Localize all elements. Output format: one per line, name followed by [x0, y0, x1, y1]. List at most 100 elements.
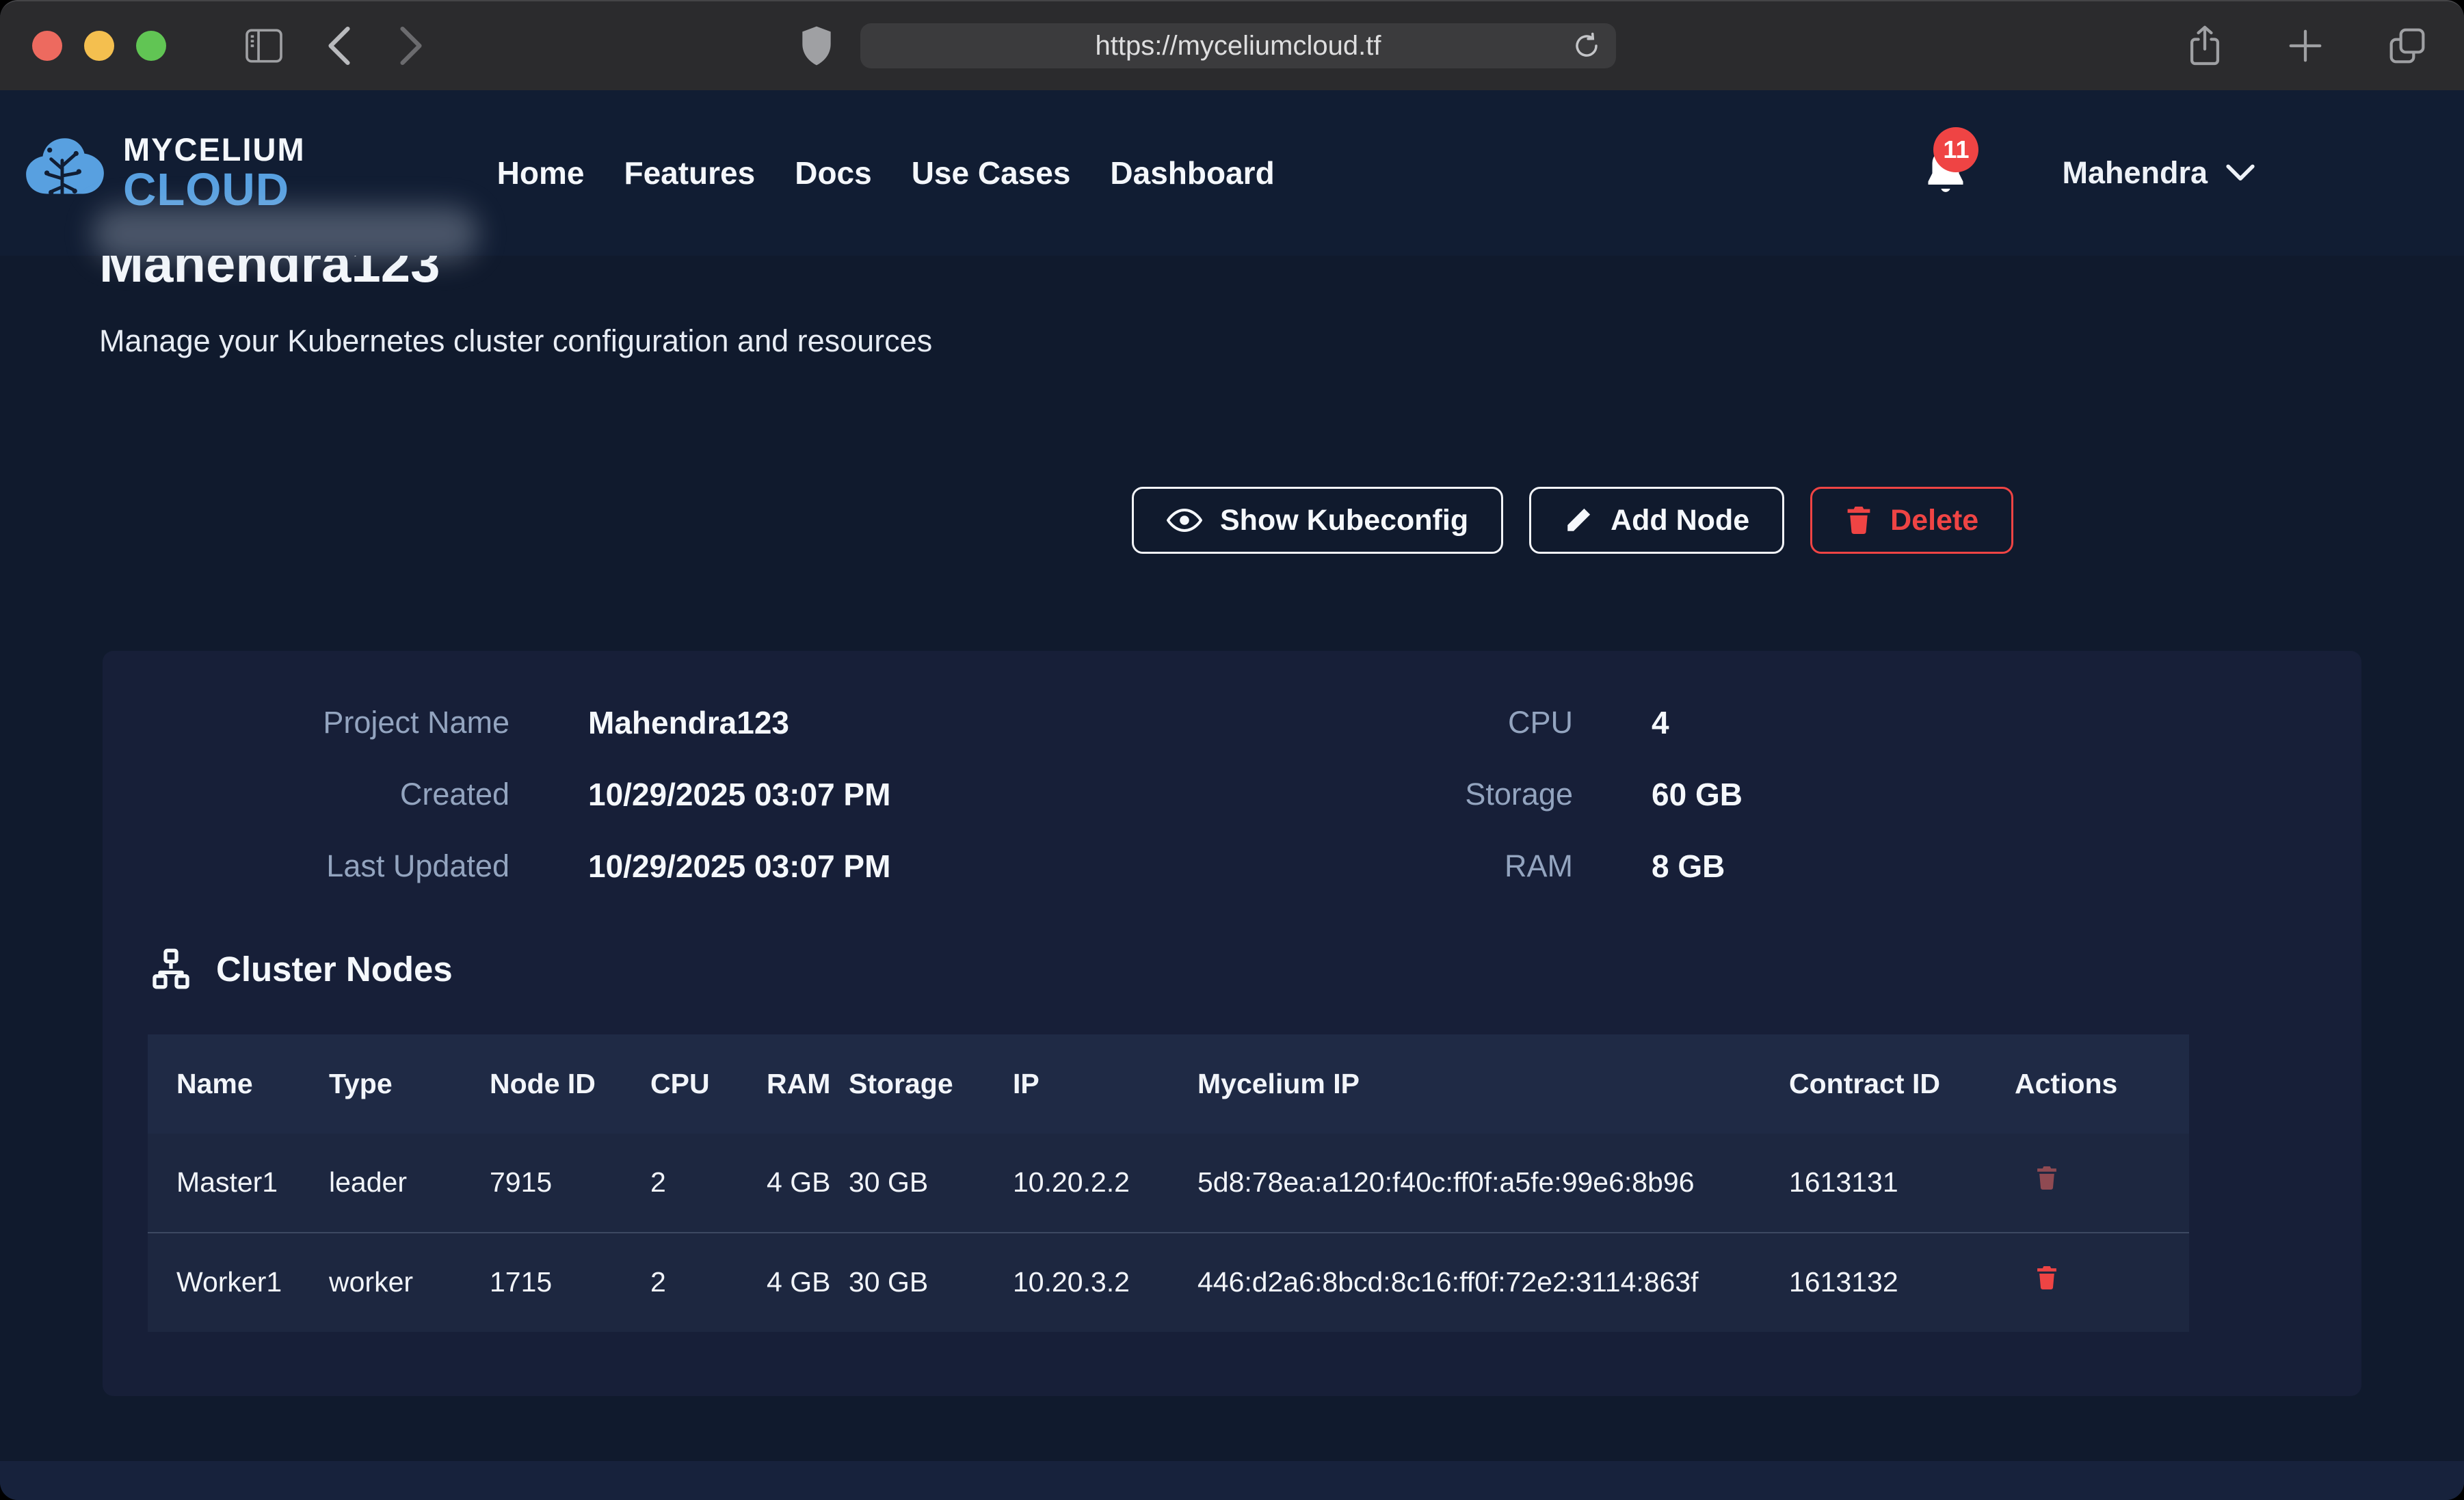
cell-cpu: 2 [640, 1233, 756, 1332]
column-header-storage: Storage [838, 1034, 1003, 1134]
delete-node-button[interactable] [2035, 1264, 2058, 1294]
sidebar-icon [245, 29, 283, 63]
column-header-mycelium-ip: Mycelium IP [1187, 1034, 1779, 1134]
info-value-cpu: 4 [1573, 686, 2361, 758]
reload-icon[interactable] [1572, 31, 1601, 60]
column-header-actions: Actions [2004, 1034, 2189, 1134]
cell-ip: 10.20.2.2 [1003, 1134, 1187, 1233]
plus-icon [2288, 28, 2323, 64]
info-label-project-name: Project Name [103, 686, 509, 758]
close-window-button[interactable] [32, 31, 62, 61]
nav-link-use-cases[interactable]: Use Cases [912, 155, 1071, 191]
cell-mycelium-ip: 446:d2a6:8bcd:8c16:ff0f:72e2:3114:863f [1187, 1233, 1779, 1332]
tab-overview-button[interactable] [2388, 27, 2426, 65]
trash-icon [1845, 505, 1872, 535]
cell-storage: 30 GB [838, 1233, 1003, 1332]
cell-name: Master1 [148, 1134, 319, 1233]
cell-ip: 10.20.3.2 [1003, 1233, 1187, 1332]
notification-badge: 11 [1933, 127, 1978, 172]
table-row-master1: Master1 leader 7915 2 4 GB 30 GB 10.20.2… [148, 1134, 2189, 1233]
nav-link-docs[interactable]: Docs [795, 155, 871, 191]
trash-icon [2035, 1164, 2058, 1192]
brand-name-bottom: CLOUD [123, 167, 306, 213]
footer-strip [0, 1461, 2464, 1500]
chevron-down-icon [2225, 163, 2255, 183]
cell-storage: 30 GB [838, 1134, 1003, 1233]
cell-node-id: 7915 [479, 1134, 640, 1233]
column-header-contract-id: Contract ID [1779, 1034, 2004, 1134]
trash-icon [2035, 1264, 2058, 1291]
cluster-nodes-heading: Cluster Nodes [149, 947, 2361, 991]
nav-link-features[interactable]: Features [624, 155, 755, 191]
column-header-type: Type [319, 1034, 479, 1134]
add-node-label: Add Node [1611, 504, 1749, 537]
column-header-name: Name [148, 1034, 319, 1134]
cluster-actions: Show Kubeconfig Add Node Delete [1132, 487, 2013, 554]
info-label-created: Created [103, 758, 509, 830]
nodes-table: Name Type Node ID CPU RAM Storage IP Myc… [148, 1034, 2189, 1332]
show-kubeconfig-label: Show Kubeconfig [1220, 504, 1468, 537]
info-label-ram: RAM [1098, 830, 1573, 902]
shield-icon [799, 25, 834, 67]
info-value-last-updated: 10/29/2025 03:07 PM [509, 830, 1098, 902]
traffic-lights [32, 31, 166, 61]
add-node-button[interactable]: Add Node [1529, 487, 1784, 554]
url-text: https://myceliumcloud.tf [1096, 31, 1381, 62]
tab-overview-icon [2388, 27, 2426, 65]
eye-icon [1167, 507, 1202, 534]
nav-link-dashboard[interactable]: Dashboard [1110, 155, 1274, 191]
back-button[interactable] [326, 27, 353, 65]
forward-button[interactable] [397, 27, 425, 65]
cell-mycelium-ip: 5d8:78ea:a120:f40c:ff0f:a5fe:99e6:8b96 [1187, 1134, 1779, 1233]
info-label-cpu: CPU [1098, 686, 1573, 758]
cell-type: worker [319, 1233, 479, 1332]
delete-label: Delete [1890, 504, 1978, 537]
cell-cpu: 2 [640, 1134, 756, 1233]
sidebar-toggle-button[interactable] [245, 29, 283, 63]
page-subtitle: Manage your Kubernetes cluster configura… [99, 323, 2464, 359]
column-header-ip: IP [1003, 1034, 1187, 1134]
cluster-nodes-title: Cluster Nodes [216, 949, 453, 989]
info-label-last-updated: Last Updated [103, 830, 509, 902]
column-header-ram: RAM [756, 1034, 838, 1134]
info-value-created: 10/29/2025 03:07 PM [509, 758, 1098, 830]
share-icon [2187, 25, 2223, 67]
user-menu[interactable]: Mahendra [2062, 155, 2255, 191]
table-row-worker1: Worker1 worker 1715 2 4 GB 30 GB 10.20.3… [148, 1233, 2189, 1332]
cell-name: Worker1 [148, 1233, 319, 1332]
network-icon [149, 947, 193, 991]
cell-ram: 4 GB [756, 1233, 838, 1332]
browser-window: https://myceliumcloud.tf [0, 0, 2464, 1500]
privacy-blur [92, 206, 479, 261]
info-value-storage: 60 GB [1573, 758, 2361, 830]
cluster-info-card: Project Name Mahendra123 CPU 4 Created 1… [103, 651, 2361, 1396]
user-name: Mahendra [2062, 155, 2208, 191]
cluster-info-grid: Project Name Mahendra123 CPU 4 Created 1… [103, 651, 2361, 902]
nav-links: Home Features Docs Use Cases Dashboard [497, 155, 1275, 191]
cell-contract-id: 1613132 [1779, 1233, 2004, 1332]
delete-node-button[interactable] [2035, 1164, 2058, 1194]
info-value-project-name: Mahendra123 [509, 686, 1098, 758]
cell-type: leader [319, 1134, 479, 1233]
notifications-button[interactable]: 11 [1918, 142, 1973, 204]
table-header-row: Name Type Node ID CPU RAM Storage IP Myc… [148, 1034, 2189, 1134]
info-value-ram: 8 GB [1573, 830, 2361, 902]
back-icon [326, 27, 353, 65]
page-content: Mahendra123 Manage your Kubernetes clust… [0, 256, 2464, 1500]
column-header-cpu: CPU [640, 1034, 756, 1134]
cloud-logo-icon [21, 132, 109, 214]
brand-logo[interactable]: MYCELIUM CLOUD [21, 132, 306, 214]
column-header-node-id: Node ID [479, 1034, 640, 1134]
cell-node-id: 1715 [479, 1233, 640, 1332]
nav-link-home[interactable]: Home [497, 155, 585, 191]
cell-ram: 4 GB [756, 1134, 838, 1233]
browser-chrome: https://myceliumcloud.tf [0, 1, 2464, 90]
zoom-window-button[interactable] [136, 31, 166, 61]
url-bar[interactable]: https://myceliumcloud.tf [860, 23, 1616, 68]
new-tab-button[interactable] [2288, 28, 2323, 64]
share-button[interactable] [2187, 25, 2223, 67]
brand-name-top: MYCELIUM [123, 133, 306, 165]
show-kubeconfig-button[interactable]: Show Kubeconfig [1132, 487, 1503, 554]
minimize-window-button[interactable] [84, 31, 114, 61]
delete-cluster-button[interactable]: Delete [1810, 487, 2013, 554]
